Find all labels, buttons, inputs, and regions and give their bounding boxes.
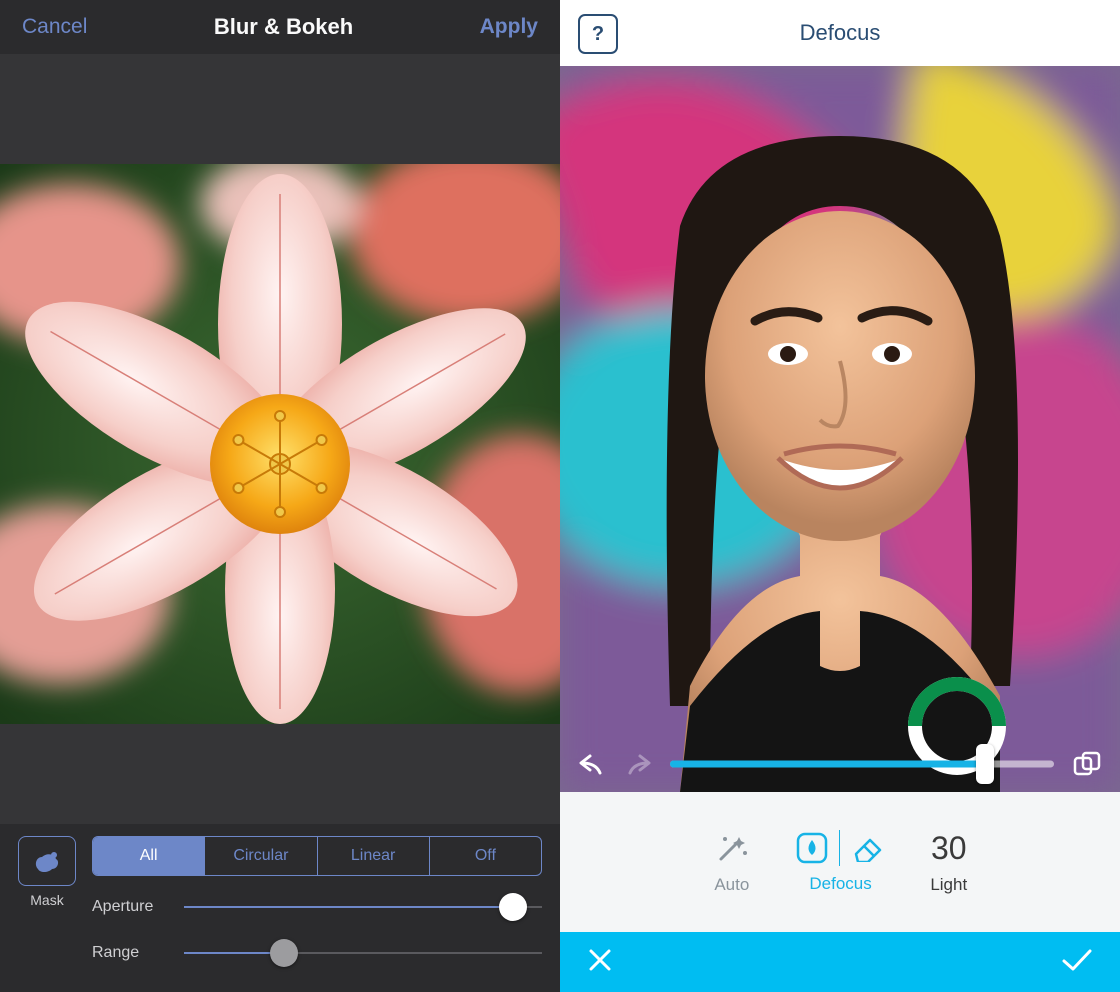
light-value: 30 <box>931 830 967 867</box>
compare-icon[interactable] <box>1072 751 1102 777</box>
segment-linear[interactable]: Linear <box>318 837 430 875</box>
left-controls: Mask All Circular Linear Off Aperture <box>0 824 560 992</box>
defocus-screen: ? Defocus <box>560 0 1120 992</box>
magic-wand-icon <box>713 829 751 867</box>
left-canvas-area <box>0 54 560 824</box>
range-slider[interactable] <box>184 938 542 968</box>
light-label: Light <box>930 875 967 895</box>
apply-button[interactable]: Apply <box>480 15 538 39</box>
mask-icon <box>32 847 62 875</box>
right-header: ? Defocus <box>560 0 1120 66</box>
redo-icon[interactable] <box>624 753 652 775</box>
auto-tool[interactable]: Auto <box>713 829 751 895</box>
left-header: Cancel Blur & Bokeh Apply <box>0 0 560 54</box>
segment-circular[interactable]: Circular <box>205 837 317 875</box>
segment-all[interactable]: All <box>93 837 205 875</box>
right-preview-image[interactable] <box>560 66 1120 792</box>
cancel-button[interactable]: Cancel <box>22 15 87 39</box>
light-tool[interactable]: 30 Light <box>930 830 967 895</box>
aperture-label: Aperture <box>92 898 170 916</box>
range-label: Range <box>92 944 170 962</box>
canvas-overlay-bar <box>560 736 1120 792</box>
close-button[interactable] <box>586 946 614 979</box>
aperture-slider[interactable] <box>184 892 542 922</box>
defocus-label: Defocus <box>809 874 871 894</box>
undo-icon[interactable] <box>578 753 606 775</box>
help-button[interactable]: ? <box>578 14 618 54</box>
mask-label: Mask <box>30 892 63 908</box>
preview-image[interactable] <box>0 164 560 724</box>
eraser-icon <box>850 834 886 862</box>
right-toolbar: Auto Defocus 30 Light <box>560 792 1120 932</box>
blur-bokeh-screen: Cancel Blur & Bokeh Apply <box>0 0 560 992</box>
right-bottom-bar <box>560 932 1120 992</box>
defocus-strength-slider[interactable] <box>670 744 1054 784</box>
blur-mode-segmented: All Circular Linear Off <box>92 836 542 876</box>
mask-button[interactable] <box>18 836 76 886</box>
close-icon <box>586 946 614 974</box>
right-title: Defocus <box>800 20 881 46</box>
check-icon <box>1060 946 1094 974</box>
auto-label: Auto <box>714 875 749 895</box>
segment-off[interactable]: Off <box>430 837 541 875</box>
left-title: Blur & Bokeh <box>214 14 353 40</box>
defocus-tool[interactable]: Defocus <box>795 830 887 894</box>
confirm-button[interactable] <box>1060 946 1094 979</box>
divider <box>839 830 841 866</box>
droplet-icon <box>795 831 829 865</box>
